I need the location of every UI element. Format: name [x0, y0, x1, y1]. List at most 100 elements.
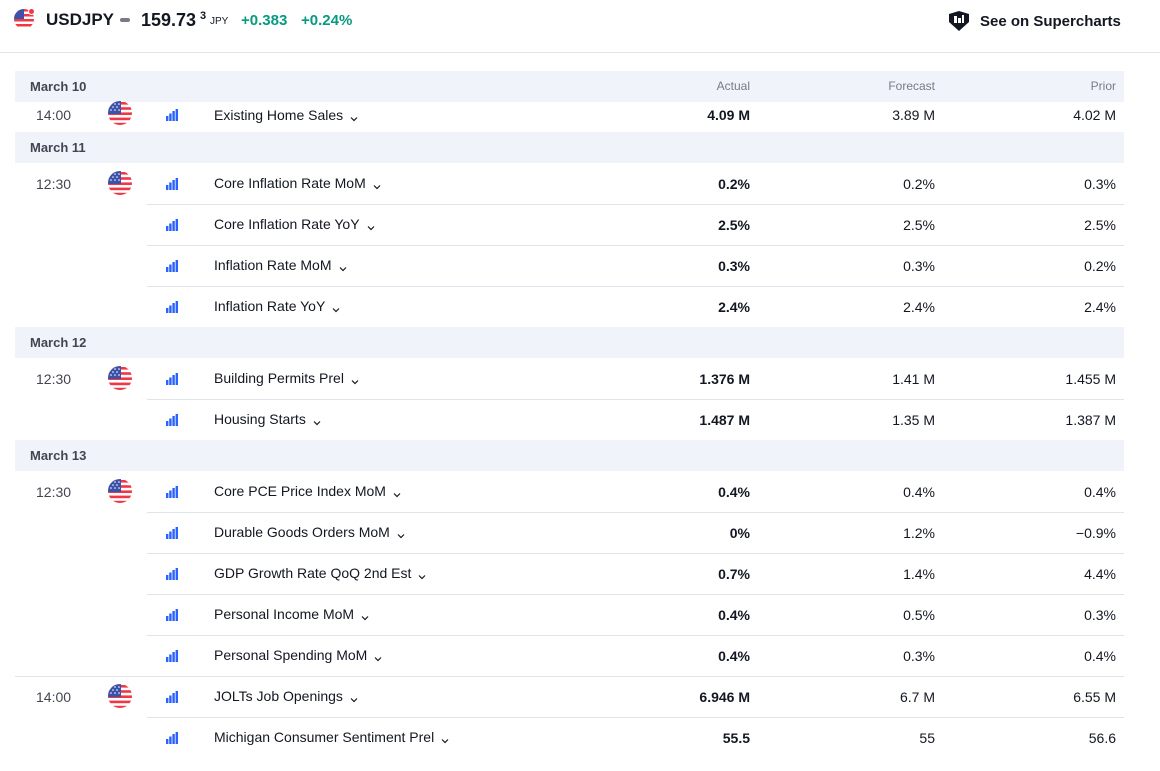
event-forecast: 3.89 M: [892, 107, 935, 123]
symbol-name[interactable]: USDJPY: [46, 10, 114, 30]
chevron-down-icon[interactable]: [366, 220, 376, 231]
event-row[interactable]: 14:00 JOLTs Job Openings 6.946 M 6.7 M 6.55 …: [15, 676, 1124, 717]
date-header-row: March 11: [15, 132, 1124, 163]
chevron-down-icon[interactable]: [373, 651, 383, 662]
chevron-down-icon[interactable]: [312, 415, 322, 426]
importance-bars-icon: [166, 526, 178, 539]
event-time: 12:30: [36, 484, 72, 500]
us-flag-icon: [108, 684, 132, 708]
date-label: March 11: [30, 140, 86, 155]
chevron-down-icon[interactable]: [331, 302, 341, 313]
event-forecast: 1.35 M: [892, 412, 935, 428]
event-row[interactable]: 12:30 Core Inflation Rate MoM 0.2% 0.2% 0.3%: [15, 163, 1124, 204]
chevron-down-icon[interactable]: [396, 528, 406, 539]
importance-bars-icon: [166, 218, 178, 231]
event-row[interactable]: Personal Spending MoM 0.4% 0.3% 0.4%: [15, 635, 1124, 676]
chevron-down-icon[interactable]: [372, 179, 382, 190]
event-name-label: JOLTs Job Openings: [214, 688, 343, 704]
chevron-down-icon[interactable]: [349, 692, 359, 703]
event-actual: 1.487 M: [699, 412, 750, 428]
jp-indicator-dot-icon: [28, 8, 35, 15]
event-name[interactable]: JOLTs Job Openings: [214, 688, 359, 704]
us-flag-icon: [108, 366, 132, 390]
event-name[interactable]: Durable Goods Orders MoM: [214, 524, 406, 540]
event-name[interactable]: GDP Growth Rate QoQ 2nd Est: [214, 565, 427, 581]
chevron-down-icon[interactable]: [360, 610, 370, 621]
event-forecast: 1.4%: [903, 566, 935, 582]
event-prior: 0.3%: [1084, 176, 1116, 192]
event-forecast: 0.4%: [903, 484, 935, 500]
event-row[interactable]: Inflation Rate YoY 2.4% 2.4% 2.4%: [15, 286, 1124, 327]
event-prior: 1.455 M: [1065, 371, 1116, 387]
event-name[interactable]: Personal Spending MoM: [214, 647, 383, 663]
us-flag-icon: [108, 479, 132, 503]
event-prior: 4.02 M: [1073, 107, 1116, 123]
event-actual: 0.4%: [718, 484, 750, 500]
event-forecast: 1.2%: [903, 525, 935, 541]
event-name[interactable]: Housing Starts: [214, 411, 322, 427]
event-forecast: 2.4%: [903, 299, 935, 315]
event-name[interactable]: Core Inflation Rate MoM: [214, 175, 382, 191]
event-row[interactable]: Durable Goods Orders MoM 0% 1.2% −0.9%: [15, 512, 1124, 553]
event-actual: 0.3%: [718, 258, 750, 274]
event-forecast: 0.3%: [903, 258, 935, 274]
chevron-down-icon[interactable]: [350, 374, 360, 385]
event-prior: 0.4%: [1084, 484, 1116, 500]
event-row[interactable]: 14:00 Existing Home Sales 4.09 M 3.89 M 4.02…: [15, 101, 1124, 132]
price-change-absolute: +0.383: [241, 12, 288, 29]
date-label: March 12: [30, 335, 87, 350]
event-name-label: Inflation Rate YoY: [214, 298, 326, 314]
event-time: 14:00: [36, 107, 72, 123]
event-row[interactable]: Michigan Consumer Sentiment Prel 55.5 55 56…: [15, 717, 1124, 758]
event-name[interactable]: Michigan Consumer Sentiment Prel: [214, 729, 450, 745]
event-actual: 0%: [729, 525, 750, 541]
event-prior: 6.55 M: [1073, 689, 1116, 705]
event-row[interactable]: 12:30 Core PCE Price Index MoM 0.4% 0.4% 0.4…: [15, 471, 1124, 512]
importance-bars-icon: [166, 300, 178, 313]
event-row[interactable]: Housing Starts 1.487 M 1.35 M 1.387 M: [15, 399, 1124, 440]
chevron-down-icon[interactable]: [417, 569, 427, 580]
event-name[interactable]: Existing Home Sales: [214, 107, 359, 123]
event-actual: 0.4%: [718, 607, 750, 623]
chevron-down-icon[interactable]: [440, 733, 450, 744]
event-prior: 0.4%: [1084, 648, 1116, 664]
importance-bars-icon: [166, 485, 178, 498]
event-forecast: 55: [919, 730, 935, 746]
event-name[interactable]: Core PCE Price Index MoM: [214, 483, 402, 499]
event-name-label: Personal Spending MoM: [214, 647, 368, 663]
event-name-label: Personal Income MoM: [214, 606, 355, 622]
importance-bars-icon: [166, 567, 178, 580]
last-price-pip: 3: [200, 10, 207, 22]
price-change-percent: +0.24%: [301, 12, 353, 29]
see-on-supercharts-label: See on Supercharts: [980, 12, 1121, 30]
see-on-supercharts-button[interactable]: See on Supercharts: [946, 8, 1121, 34]
event-prior: 0.3%: [1084, 607, 1116, 623]
chevron-down-icon[interactable]: [392, 487, 402, 498]
importance-bars-icon: [166, 608, 178, 621]
event-actual: 55.5: [722, 730, 750, 746]
column-header-prior: Prior: [1090, 79, 1116, 93]
event-name[interactable]: Building Permits Prel: [214, 370, 360, 386]
event-name[interactable]: Inflation Rate MoM: [214, 257, 348, 273]
event-time: 12:30: [36, 371, 72, 387]
importance-bars-icon: [166, 731, 178, 744]
event-time: 14:00: [36, 689, 72, 705]
chevron-down-icon[interactable]: [349, 111, 359, 122]
chevron-down-icon[interactable]: [338, 261, 348, 272]
importance-bars-icon: [166, 108, 178, 121]
event-name[interactable]: Core Inflation Rate YoY: [214, 216, 376, 232]
event-row[interactable]: Personal Income MoM 0.4% 0.5% 0.3%: [15, 594, 1124, 635]
event-name-label: Building Permits Prel: [214, 370, 344, 386]
price-currency: JPY: [210, 16, 229, 27]
event-row[interactable]: Inflation Rate MoM 0.3% 0.3% 0.2%: [15, 245, 1124, 286]
event-forecast: 1.41 M: [892, 371, 935, 387]
event-row[interactable]: 12:30 Building Permits Prel 1.376 M 1.41 M 1…: [15, 358, 1124, 399]
event-name[interactable]: Personal Income MoM: [214, 606, 370, 622]
importance-bars-icon: [166, 259, 178, 272]
event-row[interactable]: GDP Growth Rate QoQ 2nd Est 0.7% 1.4% 4.4%: [15, 553, 1124, 594]
event-name-label: Inflation Rate MoM: [214, 257, 332, 273]
event-row[interactable]: Core Inflation Rate YoY 2.5% 2.5% 2.5%: [15, 204, 1124, 245]
event-name-label: Core PCE Price Index MoM: [214, 483, 386, 499]
event-actual: 4.09 M: [707, 107, 750, 123]
event-name[interactable]: Inflation Rate YoY: [214, 298, 341, 314]
